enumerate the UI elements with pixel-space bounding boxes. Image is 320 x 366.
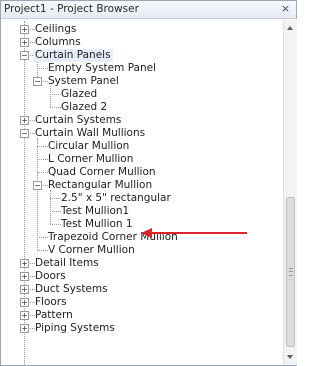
annotation-overlay — [141, 228, 247, 238]
annotation-arrow-head — [141, 228, 152, 238]
